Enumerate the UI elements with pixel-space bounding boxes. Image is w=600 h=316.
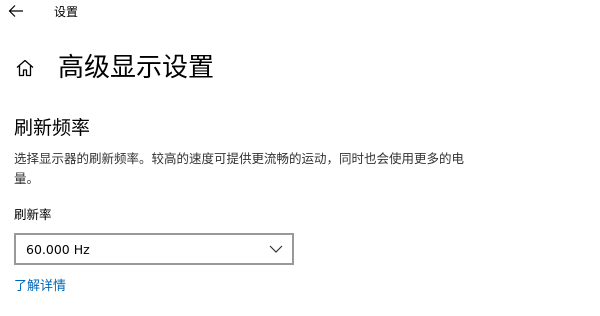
- page-title: 高级显示设置: [58, 53, 215, 83]
- window-title: 设置: [54, 5, 79, 19]
- refresh-rate-label: 刷新率: [14, 207, 52, 222]
- home-icon[interactable]: [14, 57, 36, 79]
- chevron-down-icon: [268, 244, 284, 254]
- section-heading-refresh-rate: 刷新频率: [14, 117, 91, 139]
- learn-more-link[interactable]: 了解详情: [14, 278, 66, 296]
- back-arrow-icon: [8, 5, 23, 17]
- page-header: 高级显示设置: [14, 48, 214, 88]
- section-description: 选择显示器的刷新频率。较高的速度可提供更流畅的运动，同时也会使用更多的电量。: [14, 151, 465, 186]
- title-bar: 设置: [0, 0, 600, 24]
- back-button[interactable]: [6, 2, 26, 20]
- dropdown-selected-value: 60.000 Hz: [26, 241, 90, 257]
- refresh-rate-dropdown[interactable]: 60.000 Hz: [14, 233, 294, 265]
